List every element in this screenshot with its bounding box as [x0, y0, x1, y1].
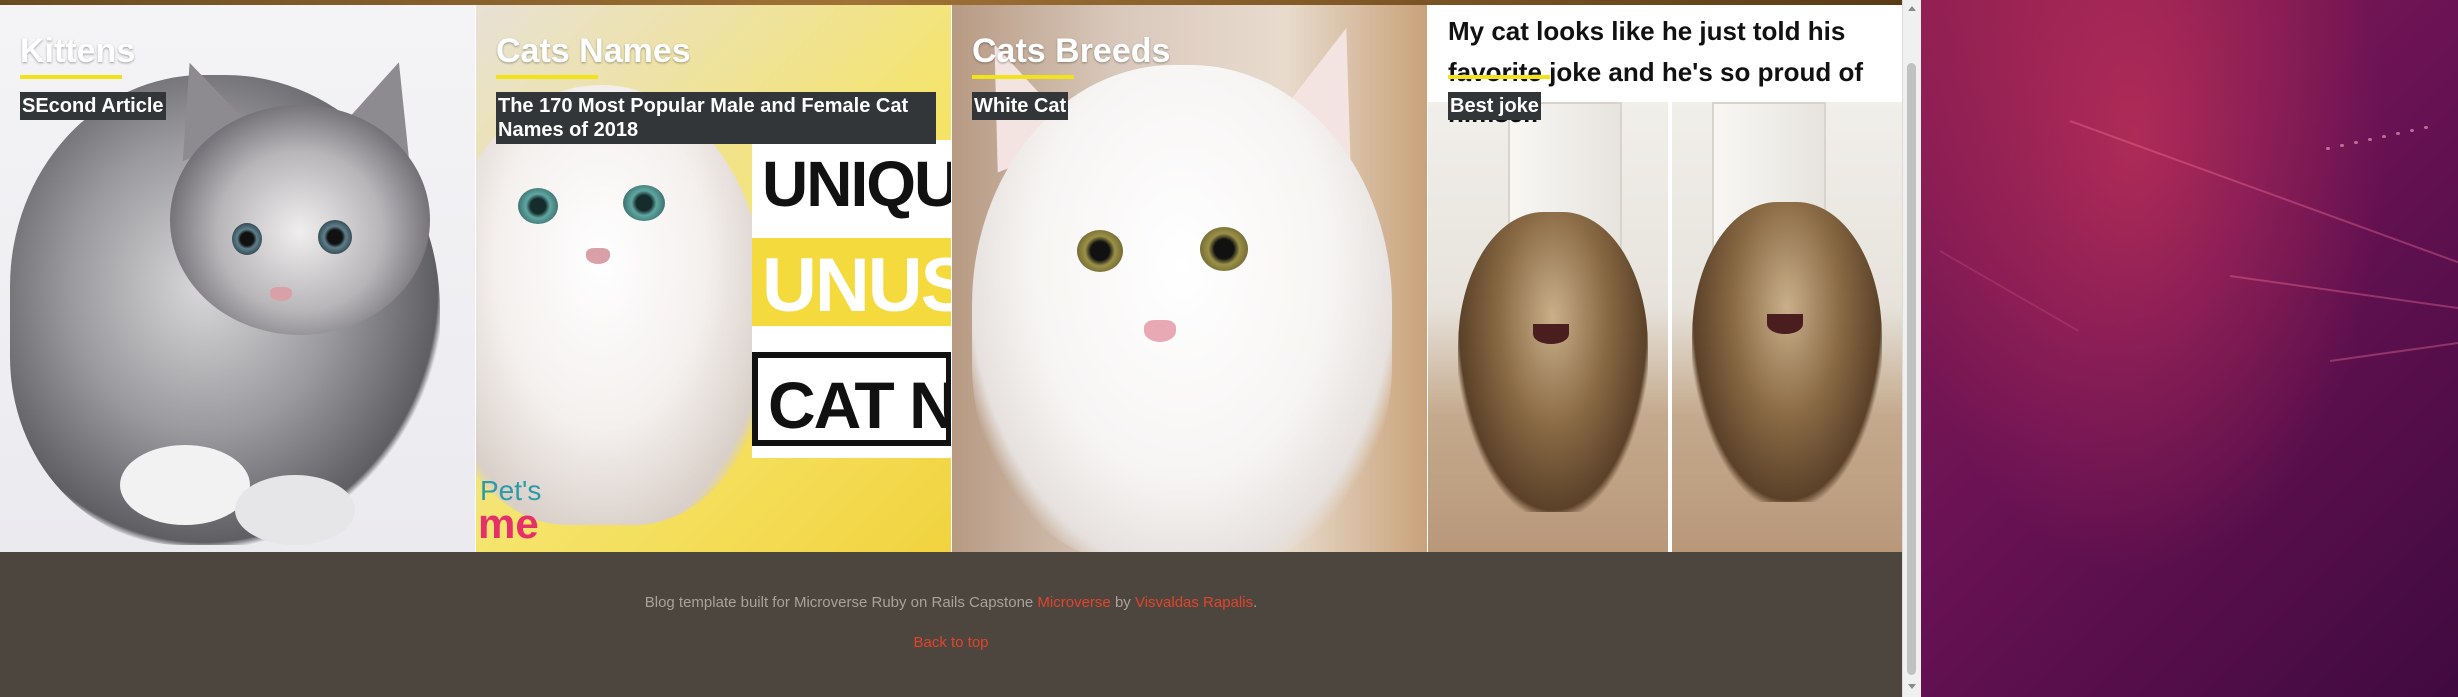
article-title-link[interactable]: White Cat — [972, 92, 1069, 120]
article-title-link[interactable]: Best joke — [1448, 92, 1541, 120]
article-category-title[interactable]: Cats Breeds — [972, 32, 1170, 71]
wallpaper-streak — [1939, 250, 2080, 332]
poster-text: CAT NAMES — [752, 352, 951, 446]
poster-brand-logo: me — [478, 500, 539, 547]
title-underline — [20, 75, 122, 79]
white-cat-eye — [1077, 230, 1123, 272]
tabby-cat — [1458, 212, 1648, 512]
kitten-paw — [235, 475, 355, 545]
cat-eye — [518, 188, 558, 224]
kitten-nose — [270, 287, 292, 301]
footer-text: Blog template built for Microverse Ruby … — [644, 594, 1034, 611]
scroll-up-arrow-icon[interactable] — [1908, 6, 1916, 11]
wallpaper-dot — [2424, 126, 2428, 129]
page-scrollbar[interactable] — [1902, 0, 1921, 697]
poster-text: UNUSUAL — [752, 238, 951, 326]
author-link[interactable]: Visvaldas Rapalis — [1135, 594, 1253, 611]
scrollbar-thumb[interactable] — [1907, 63, 1916, 675]
wallpaper-dot — [2382, 135, 2386, 138]
wallpaper-streak — [2069, 120, 2458, 266]
article-card-cats-names[interactable]: UNIQUE UNUSUAL CAT NAMES Pet's me Cats N… — [476, 5, 951, 552]
white-cat-nose — [1144, 320, 1176, 342]
footer-credits: Blog template built for Microverse Ruby … — [0, 594, 1902, 611]
article-title-link[interactable]: The 170 Most Popular Male and Female Cat… — [496, 92, 936, 144]
article-category-title[interactable]: Kittens — [20, 32, 135, 71]
white-cat-eye — [1200, 227, 1248, 271]
wallpaper-streak — [2229, 275, 2458, 314]
wallpaper-dot — [2354, 141, 2358, 144]
wallpaper-dot — [2396, 132, 2400, 135]
page-footer: Blog template built for Microverse Ruby … — [0, 552, 1902, 697]
title-underline — [972, 75, 1074, 79]
laughing-cat-image-left — [1428, 102, 1668, 552]
cat-eye — [623, 185, 665, 221]
wallpaper-streak — [2329, 332, 2458, 362]
article-card-best-joke[interactable]: My cat looks like he just told his favor… — [1428, 5, 1902, 552]
wallpaper-dot — [2340, 144, 2344, 147]
poster-text: UNIQUE — [752, 148, 951, 220]
article-card-cats-breeds[interactable]: Cats Breeds White Cat — [952, 5, 1427, 552]
wallpaper-dot — [2410, 129, 2414, 132]
article-card-kittens[interactable]: Kittens SEcond Article — [0, 5, 475, 552]
kitten-head-image — [170, 105, 430, 335]
cat-laughing-mouth — [1767, 314, 1803, 334]
article-category-title[interactable]: Cats Names — [496, 32, 691, 71]
tabby-cat — [1692, 202, 1882, 502]
fluffy-cat-image — [476, 85, 766, 525]
wallpaper-dot — [2326, 147, 2330, 150]
footer-period: . — [1253, 594, 1258, 611]
cat-laughing-mouth — [1533, 324, 1569, 344]
microverse-link[interactable]: Microverse — [1037, 594, 1110, 611]
back-to-top-row: Back to top — [0, 634, 1902, 651]
cat-nose — [586, 248, 610, 264]
kitten-paw — [120, 445, 250, 525]
cat-names-poster-image: UNIQUE UNUSUAL CAT NAMES — [752, 140, 951, 458]
back-to-top-link[interactable]: Back to top — [913, 634, 988, 651]
scroll-down-arrow-icon[interactable] — [1908, 684, 1916, 689]
desktop-wallpaper — [1920, 0, 2458, 697]
footer-by-text: by — [1114, 594, 1131, 611]
wallpaper-dot — [2368, 138, 2372, 141]
kitten-eye — [232, 223, 262, 255]
title-underline — [496, 75, 598, 79]
white-cat-image — [972, 65, 1392, 552]
article-title-link[interactable]: SEcond Article — [20, 92, 166, 120]
title-underline — [1448, 75, 1550, 79]
kitten-eye — [318, 220, 352, 254]
browser-viewport: Kittens SEcond Article UNIQUE UNUSUAL CA… — [0, 0, 1902, 697]
laughing-cat-image-right — [1672, 102, 1902, 552]
